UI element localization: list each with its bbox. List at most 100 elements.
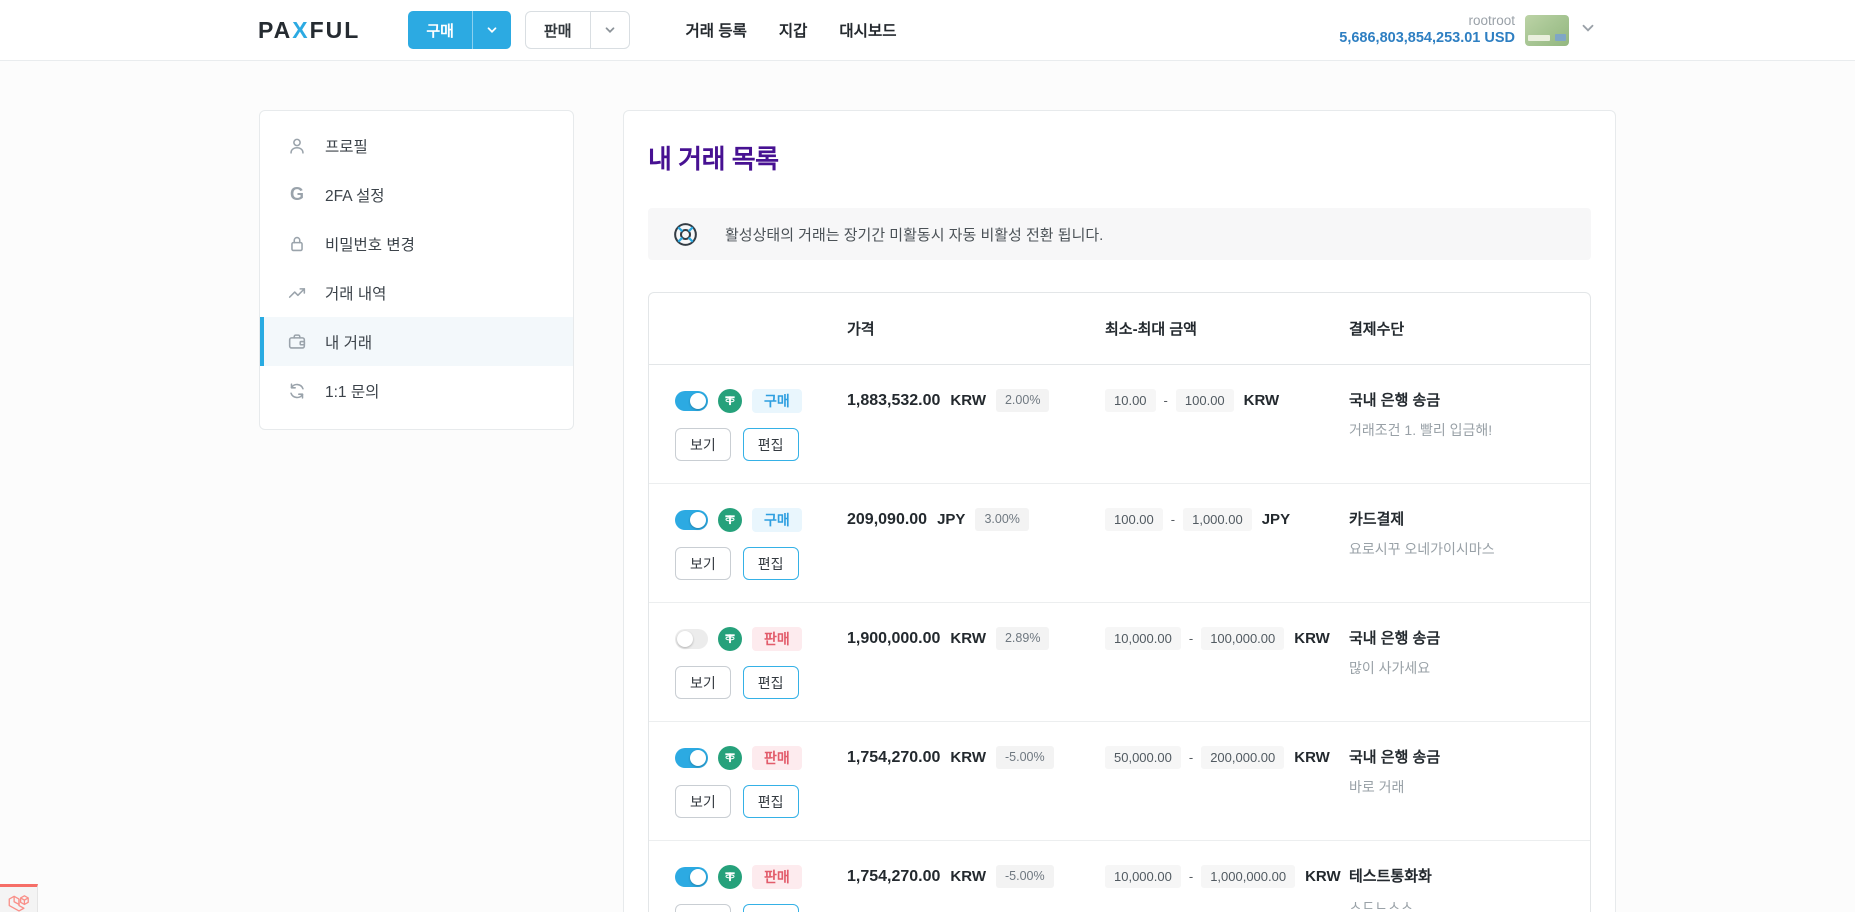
offer-payment-method: 카드결제 <box>1349 511 1405 528</box>
offer-max-amount: 200,000.00 <box>1201 746 1285 769</box>
view-button[interactable]: 보기 <box>675 547 731 580</box>
offer-price: 1,883,532.00 <box>847 391 941 409</box>
offer-price: 1,754,270.00 <box>847 748 941 766</box>
offer-payment-method: 국내 은행 송금 <box>1349 749 1441 766</box>
edit-button[interactable]: 편집 <box>742 785 799 818</box>
offer-range-currency: KRW <box>1243 392 1280 409</box>
sell-button-label[interactable]: 판매 <box>526 12 590 48</box>
offer-row: 판매 보기 편집 1,754,270.00 KRW -5.00% 50,000.… <box>649 722 1590 841</box>
offer-type-badge: 판매 <box>752 864 802 889</box>
avatar-detail <box>1555 33 1566 41</box>
offer-min-amount: 50,000.00 <box>1105 746 1181 769</box>
debugbar-toggle[interactable] <box>0 884 38 912</box>
offer-min-amount: 10,000.00 <box>1105 865 1181 888</box>
lifebuoy-icon <box>672 221 699 248</box>
sidebar-item-my-offers[interactable]: 내 거래 <box>260 317 573 366</box>
range-dash: - <box>1188 631 1194 646</box>
offer-margin-percent: 2.89% <box>995 627 1050 650</box>
settings-sidebar: 프로필 G 2FA 설정 비밀번호 변경 거래 내역 내 거래 1:1 문의 <box>259 110 574 430</box>
sidebar-item-label: 비밀번호 변경 <box>325 236 415 254</box>
view-button[interactable]: 보기 <box>675 904 731 912</box>
nav-dashboard[interactable]: 대시보드 <box>839 19 896 41</box>
view-button[interactable]: 보기 <box>675 666 731 699</box>
nav-wallet[interactable]: 지갑 <box>779 19 808 41</box>
offer-row: 판매 보기 편집 1,900,000.00 KRW 2.89% 10,000.0… <box>649 603 1590 722</box>
view-button[interactable]: 보기 <box>675 428 731 461</box>
offer-active-toggle[interactable] <box>675 628 708 649</box>
range-dash: - <box>1163 393 1168 408</box>
avatar[interactable] <box>1525 14 1569 46</box>
sidebar-item-2fa[interactable]: G 2FA 설정 <box>260 170 573 219</box>
column-header-range: 최소-최대 금액 <box>1105 321 1197 338</box>
offer-rows: 구매 보기 편집 1,883,532.00 KRW 2.00% 10.00 - … <box>649 365 1590 912</box>
chevron-down-icon <box>485 23 499 37</box>
tether-icon <box>718 864 742 889</box>
range-dash: - <box>1188 869 1194 884</box>
offer-range-currency: KRW <box>1305 868 1341 885</box>
offer-price: 1,754,270.00 <box>847 867 941 885</box>
toggle-knob <box>677 630 693 647</box>
offer-active-toggle[interactable] <box>675 509 708 530</box>
offer-row: 구매 보기 편집 209,090.00 JPY 3.00% 100.00 - 1… <box>649 484 1590 603</box>
buy-button[interactable]: 구매 <box>408 11 511 49</box>
toggle-knob <box>690 511 706 528</box>
tether-icon <box>718 388 742 413</box>
offer-active-toggle[interactable] <box>675 866 708 887</box>
offer-payment-method: 국내 은행 송금 <box>1349 630 1441 647</box>
offer-margin-percent: 3.00% <box>975 508 1029 531</box>
offer-min-amount: 10.00 <box>1105 389 1156 412</box>
notice-text: 활성상태의 거래는 장기간 미활동시 자동 비활성 전환 됩니다. <box>725 226 1104 244</box>
edit-button[interactable]: 편집 <box>742 904 799 912</box>
offer-max-amount: 100.00 <box>1175 389 1234 412</box>
offers-table: 가격 최소-최대 금액 결제수단 구매 보기 편집 1,883,532.00 K… <box>648 292 1591 912</box>
laravel-icon <box>6 892 32 912</box>
offer-margin-percent: -5.00% <box>995 746 1054 769</box>
account-username: rootroot <box>1468 12 1515 28</box>
tether-icon <box>718 507 742 532</box>
offer-desc: 바로 거래 <box>1349 779 1405 795</box>
my-offers-panel: 내 거래 목록 활성상태의 거래는 장기간 미활동시 자동 비활성 전환 됩니다… <box>623 110 1616 912</box>
offer-type-badge: 구매 <box>752 388 802 413</box>
range-dash: - <box>1170 512 1176 527</box>
view-button[interactable]: 보기 <box>675 785 731 818</box>
tether-icon <box>718 626 742 651</box>
tether-icon <box>718 745 742 770</box>
offer-active-toggle[interactable] <box>675 390 708 411</box>
offer-max-amount: 100,000.00 <box>1201 627 1285 650</box>
offer-type-badge: 판매 <box>752 626 802 651</box>
offer-max-amount: 1,000,000.00 <box>1201 865 1296 888</box>
avatar-detail <box>1528 34 1550 41</box>
offer-margin-percent: -5.00% <box>995 865 1054 888</box>
wallet-icon <box>285 330 309 354</box>
paxful-logo[interactable]: PA X FUL <box>258 17 360 44</box>
edit-button[interactable]: 편집 <box>742 547 799 580</box>
offer-price-currency: KRW <box>950 749 986 766</box>
sell-button[interactable]: 판매 <box>524 11 630 49</box>
edit-button[interactable]: 편집 <box>742 666 799 699</box>
sell-dropdown-caret[interactable] <box>589 12 629 48</box>
nav-create-offer[interactable]: 거래 등록 <box>686 19 747 41</box>
edit-button[interactable]: 편집 <box>742 428 799 461</box>
offer-price: 209,090.00 <box>847 510 928 528</box>
offer-row: 판매 보기 편집 1,754,270.00 KRW -5.00% 10,000.… <box>649 841 1590 912</box>
sidebar-item-trade-history[interactable]: 거래 내역 <box>260 268 573 317</box>
offer-price-currency: KRW <box>950 630 986 647</box>
column-header-payment: 결제수단 <box>1349 321 1405 338</box>
offer-price: 1,900,000.00 <box>847 629 941 647</box>
offer-price-currency: KRW <box>950 868 986 885</box>
column-header-price: 가격 <box>847 321 875 338</box>
main-nav: 거래 등록 지갑 대시보드 <box>686 19 897 41</box>
buy-dropdown-caret[interactable] <box>471 11 511 49</box>
refresh-icon <box>285 379 309 403</box>
offer-active-toggle[interactable] <box>675 747 708 768</box>
account-balance[interactable]: 5,686,803,854,253.01 USD <box>1339 29 1515 47</box>
sidebar-item-password[interactable]: 비밀번호 변경 <box>260 219 573 268</box>
sidebar-item-profile[interactable]: 프로필 <box>260 121 573 170</box>
sidebar-item-label: 2FA 설정 <box>325 187 385 205</box>
toggle-knob <box>690 868 706 885</box>
sidebar-item-label: 내 거래 <box>325 334 373 352</box>
chevron-down-icon <box>603 23 617 37</box>
sidebar-item-inquiry[interactable]: 1:1 문의 <box>260 366 573 415</box>
buy-button-label[interactable]: 구매 <box>408 11 472 49</box>
account-menu-caret[interactable] <box>1579 19 1597 42</box>
